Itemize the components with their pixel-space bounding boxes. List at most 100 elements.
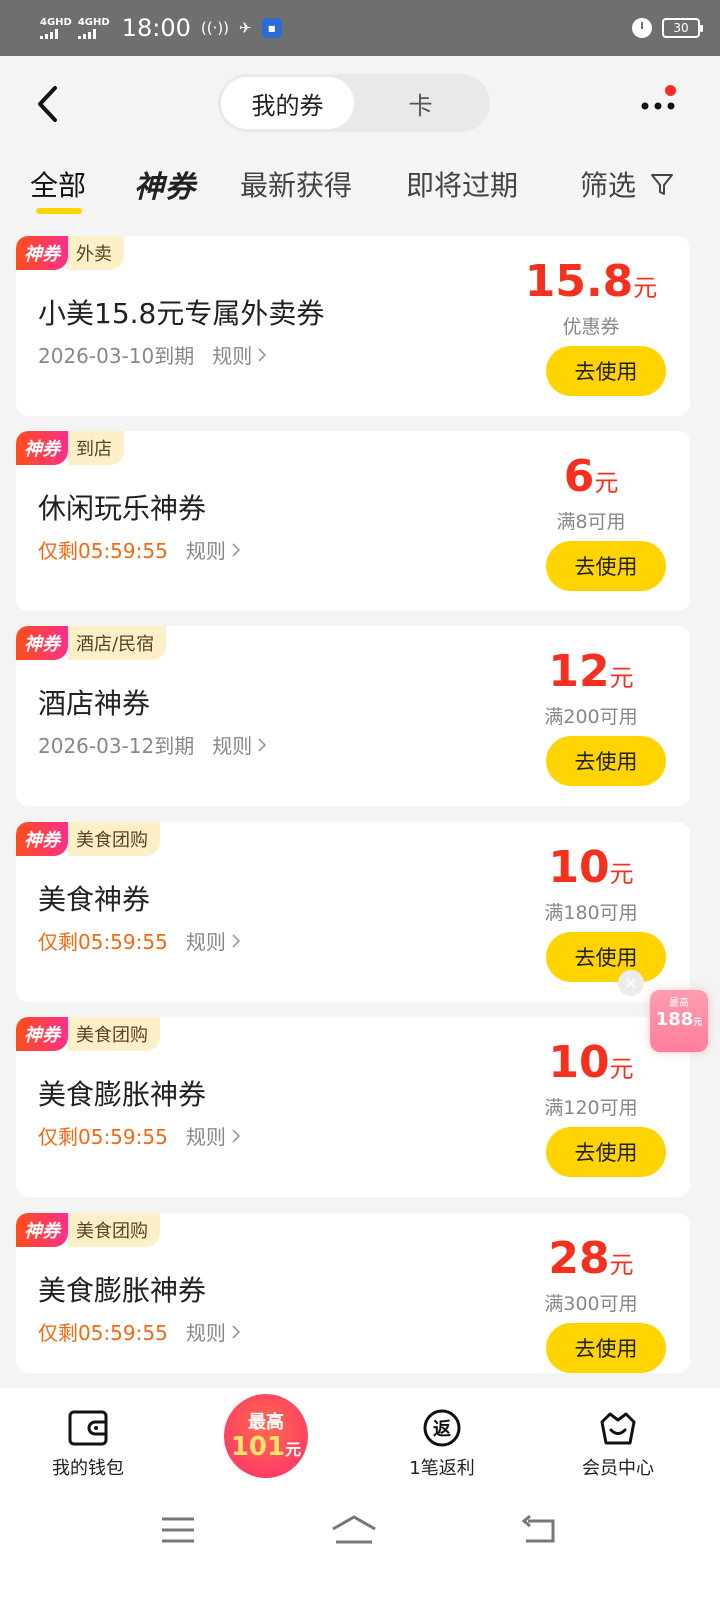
sim1-label: 4GHD [40, 16, 72, 28]
nav-rebate[interactable]: 返 1笔返利 [372, 1406, 512, 1480]
back-arrow-icon [521, 1515, 555, 1543]
tab-filter[interactable]: 筛选 [580, 164, 636, 204]
signal-sim1: 4GHD [40, 16, 72, 39]
rules-link[interactable]: 规则 [186, 1121, 240, 1150]
coupon-title: 美食膨胀神券 [38, 1078, 207, 1111]
rules-link[interactable]: 规则 [186, 926, 240, 955]
use-coupon-button[interactable]: 去使用 [546, 346, 666, 396]
shenquan-tag: 神券 [16, 1213, 68, 1247]
coupon-condition: 满120可用 [544, 1097, 638, 1119]
coupon-title: 休闲玩乐神券 [38, 492, 207, 525]
nav-promo-label: 最高 [248, 1412, 284, 1433]
rules-link[interactable]: 规则 [186, 535, 240, 564]
coupon-meta: 仅剩05:59:55 规则 [38, 1121, 240, 1150]
floating-promo[interactable]: 最高 188元 [650, 990, 708, 1052]
bird-notification-icon: ✈ [239, 19, 252, 37]
tab-newest[interactable]: 最新获得 [240, 164, 352, 204]
chevron-left-icon [38, 86, 57, 122]
coupon-countdown: 仅剩05:59:55 [38, 1125, 168, 1149]
rules-link[interactable]: 规则 [212, 730, 267, 759]
category-tag: 外卖 [68, 236, 124, 270]
coupon-card[interactable]: 神券 美食团购 美食膨胀神券 仅剩05:59:55 规则 10元 满120可用 … [16, 1017, 690, 1197]
coupon-countdown: 仅剩05:59:55 [38, 539, 168, 563]
amount-unit: 元 [633, 274, 658, 302]
amount-unit: 元 [609, 1251, 634, 1279]
rules-link[interactable]: 规则 [186, 1317, 240, 1346]
menu-lines-icon [162, 1517, 194, 1543]
nav-wallet[interactable]: 我的钱包 [18, 1406, 158, 1480]
coupon-card[interactable]: 神券 外卖 小美15.8元专属外卖券 2026-03-10到期 规则 15.8元… [16, 236, 690, 416]
chevron-right-icon [232, 933, 240, 948]
segment-my-coupons[interactable]: 我的券 [221, 77, 354, 129]
coupon-card[interactable]: 神券 酒店/民宿 酒店神券 2026-03-12到期 规则 12元 满200可用… [16, 626, 690, 806]
use-coupon-button[interactable]: 去使用 [546, 932, 666, 982]
back-system-button[interactable] [508, 1510, 568, 1550]
app-notification-icon: ■ [261, 18, 282, 38]
system-nav-bar [0, 1488, 720, 1600]
coupon-card[interactable]: 神券 到店 休闲玩乐神券 仅剩05:59:55 规则 6元 满8可用 去使用 [16, 431, 690, 611]
coupon-countdown: 仅剩05:59:55 [38, 930, 168, 954]
coupon-amount: 12元 [516, 646, 666, 697]
rules-label: 规则 [212, 734, 253, 758]
coupon-expiry: 2026-03-10到期 [38, 344, 195, 368]
coupon-condition: 优惠券 [562, 316, 620, 338]
filter-tabs: 全部 神券 最新获得 即将过期 筛选 [0, 152, 720, 224]
coupon-amount: 10元 [516, 1037, 666, 1088]
coupon-title: 美食神券 [38, 883, 151, 916]
shenquan-tag: 神券 [16, 1017, 68, 1051]
rules-label: 规则 [212, 344, 253, 368]
coupon-condition: 满180可用 [544, 902, 638, 924]
nav-promo-button[interactable]: 最高 101元 [224, 1394, 308, 1478]
rules-label: 规则 [185, 539, 226, 563]
more-dots-icon [641, 102, 675, 110]
tab-shenquan[interactable]: 神券 [134, 162, 196, 206]
rules-link[interactable]: 规则 [212, 340, 267, 369]
more-button[interactable] [636, 85, 680, 124]
segment-cards[interactable]: 卡 [354, 77, 487, 129]
coupon-card[interactable]: 神券 美食团购 美食神券 仅剩05:59:55 规则 10元 满180可用 去使… [16, 822, 690, 1002]
coupon-amount: 28元 [516, 1233, 666, 1284]
category-tag: 美食团购 [68, 822, 160, 856]
amount-value: 15.8 [524, 256, 634, 307]
coupon-badge: 神券 美食团购 [16, 1017, 160, 1051]
coupon-amount: 10元 [516, 842, 666, 893]
notification-dot [665, 85, 676, 96]
amount-value: 6 [563, 451, 595, 502]
rules-label: 规则 [185, 1125, 226, 1149]
coupon-badge: 神券 酒店/民宿 [16, 626, 167, 660]
coupon-card[interactable]: 神券 美食团购 美食膨胀神券 仅剩05:59:55 规则 28元 满300可用 … [16, 1213, 690, 1373]
use-coupon-button[interactable]: 去使用 [546, 736, 666, 786]
chevron-right-icon [232, 542, 240, 557]
close-float-icon[interactable]: ✕ [618, 970, 644, 996]
nav-promo-value: 101元 [230, 1432, 302, 1462]
coupon-expiry: 2026-03-12到期 [38, 734, 195, 758]
chevron-right-icon [232, 1324, 240, 1339]
filter-icon[interactable] [650, 172, 674, 198]
chevron-right-icon [258, 737, 267, 752]
use-coupon-button[interactable]: 去使用 [546, 1323, 666, 1373]
coupon-meta: 仅剩05:59:55 规则 [38, 1317, 240, 1346]
amount-unit: 元 [609, 1055, 634, 1083]
battery-icon: 30 [662, 18, 703, 38]
category-tag: 酒店/民宿 [68, 626, 167, 660]
chevron-right-icon [232, 1128, 240, 1143]
coupon-condition: 满8可用 [556, 511, 626, 533]
coupon-condition: 满200可用 [544, 706, 638, 728]
category-tag: 美食团购 [68, 1213, 160, 1247]
home-button[interactable] [324, 1510, 384, 1550]
amount-unit: 元 [609, 664, 634, 692]
hotspot-icon: ((·)) [200, 19, 230, 37]
nav-wallet-label: 我的钱包 [52, 1458, 124, 1479]
nav-member-center[interactable]: 会员中心 [548, 1406, 688, 1480]
use-coupon-button[interactable]: 去使用 [546, 541, 666, 591]
amount-value: 12 [548, 646, 610, 697]
tab-all[interactable]: 全部 [30, 164, 86, 204]
use-coupon-button[interactable]: 去使用 [546, 1127, 666, 1177]
coupon-meta: 2026-03-12到期 规则 [38, 730, 267, 759]
menu-button[interactable] [148, 1510, 208, 1550]
back-button[interactable] [30, 84, 64, 124]
amount-unit: 元 [609, 860, 634, 888]
category-tag: 美食团购 [68, 1017, 160, 1051]
tab-expiring[interactable]: 即将过期 [406, 164, 518, 204]
sim2-label: 4GHD [77, 16, 110, 28]
